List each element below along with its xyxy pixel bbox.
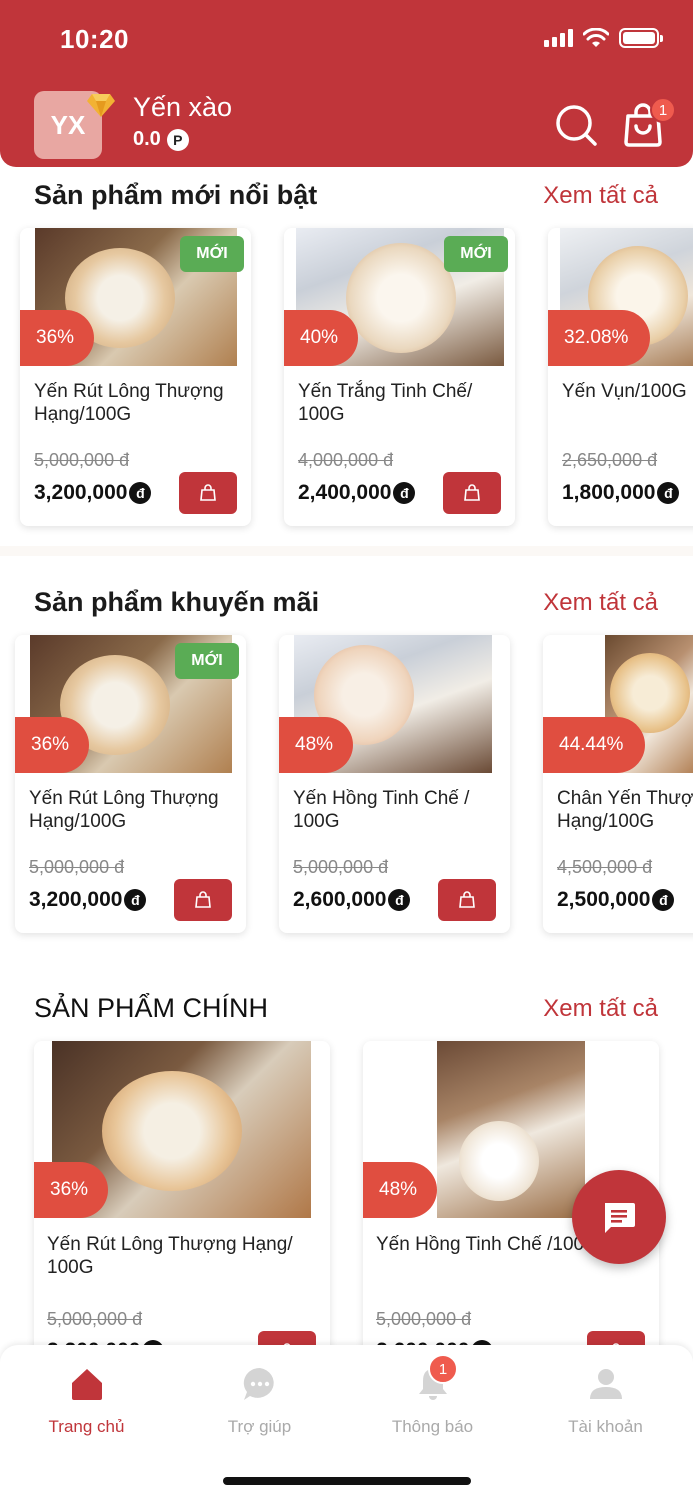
discount-badge: 36%: [15, 717, 89, 773]
home-icon: [71, 1369, 102, 1400]
old-price: 5,000,000 đ: [34, 450, 130, 470]
new-price-value: 3,200,000: [34, 481, 128, 504]
old-price: 5,000,000 đ: [376, 1309, 472, 1329]
old-price: 5,000,000 đ: [29, 857, 125, 877]
section-title-promo: Sản phẩm khuyến mãi: [34, 587, 320, 617]
shopping-bag-icon: [195, 891, 211, 908]
user-points: 0.0 P: [133, 128, 189, 151]
new-price: 2,600,000đ: [293, 888, 411, 912]
add-to-cart-button[interactable]: [179, 472, 237, 514]
discount-badge: 36%: [20, 310, 94, 366]
section-title-featured: Sản phẩm mới nổi bật: [34, 180, 318, 210]
nav-label-home: Trang chủ: [48, 1417, 125, 1436]
new-badge: MỚI: [175, 643, 239, 679]
currency-icon: đ: [652, 889, 675, 911]
chat-fab-button[interactable]: [572, 1170, 666, 1264]
user-icon: [589, 1369, 622, 1399]
battery-icon: [619, 28, 663, 48]
new-price-value: 2,500,000: [557, 888, 651, 911]
old-price: 4,500,000 đ: [557, 857, 653, 877]
app-header: 10:20 YX Yến xào 0.0 P 1: [0, 0, 693, 167]
chat-bubble-icon: [243, 1367, 274, 1400]
new-price-value: 2,400,000: [298, 481, 392, 504]
product-image: [437, 1041, 585, 1218]
product-name: Yến Rút Lông Thượng Hạng/ 100G: [47, 1234, 293, 1278]
currency-icon: đ: [388, 889, 411, 911]
new-price: 2,500,000 đ: [557, 888, 675, 912]
old-price: 4,000,000 đ: [298, 450, 394, 470]
add-to-cart-button[interactable]: [174, 879, 232, 921]
home-indicator: [223, 1477, 471, 1485]
new-price-value: 2,600,000: [293, 888, 387, 911]
shopping-bag-icon: [464, 484, 480, 501]
discount-badge: 36%: [34, 1162, 108, 1218]
product-card[interactable]: MỚI 40% Yến Trắng Tinh Chế/ 100G 4,000,0…: [284, 228, 515, 526]
user-name: Yến xào: [133, 92, 233, 122]
currency-icon: đ: [393, 482, 416, 504]
currency-icon: đ: [129, 482, 152, 504]
new-badge: MỚI: [180, 236, 244, 272]
signal-icon: [544, 29, 573, 47]
new-price: 3,200,000đ: [29, 888, 147, 912]
product-name: Yến Rút Lông Thượng Hạng/100G: [29, 788, 219, 832]
old-price: 5,000,000 đ: [293, 857, 389, 877]
nav-label-help: Trợ giúp: [227, 1417, 292, 1436]
diamond-icon: [87, 94, 115, 117]
points-value: 0.0: [133, 128, 161, 150]
shopping-bag-icon: [200, 484, 216, 501]
product-card[interactable]: 48% Yến Hồng Tinh Chế / 100G 5,000,000 đ…: [279, 635, 510, 933]
status-bar: 10:20: [60, 22, 663, 54]
points-badge: P: [166, 128, 189, 151]
nav-label-account: Tài khoản: [568, 1417, 643, 1436]
currency-icon: đ: [657, 482, 680, 504]
nav-item-home[interactable]: Trang chủ: [0, 1345, 173, 1455]
shopping-bag-icon: [459, 891, 475, 908]
discount-badge: 48%: [363, 1162, 437, 1218]
new-price-value: 3,200,000: [29, 888, 123, 911]
discount-badge: 40%: [284, 310, 358, 366]
product-name: Yến Vụn/100G: [562, 381, 687, 402]
product-name: Yến Trắng Tinh Chế/ 100G: [298, 381, 473, 425]
section-divider: [0, 546, 693, 556]
old-price: 5,000,000 đ: [47, 1309, 143, 1329]
product-card[interactable]: MỚI 36% Yến Rút Lông Thượng Hạng/100G 5,…: [20, 228, 251, 526]
notification-badge: 1: [428, 1354, 458, 1384]
old-price: 2,650,000 đ: [562, 450, 658, 470]
see-all-featured-link[interactable]: Xem tất cả: [543, 182, 658, 210]
product-name: Chân Yến Thượng Hạng/100G: [557, 788, 693, 832]
product-card[interactable]: 36% Yến Rút Lông Thượng Hạng/ 100G 5,000…: [34, 1041, 330, 1371]
discount-badge: 48%: [279, 717, 353, 773]
new-price: 3,200,000đ: [34, 481, 152, 505]
product-name: Yến Hồng Tinh Chế / 100G: [293, 788, 470, 832]
add-to-cart-button[interactable]: [438, 879, 496, 921]
new-price: 2,400,000 đ: [298, 481, 416, 505]
product-card[interactable]: MỚI 36% Yến Rút Lông Thượng Hạng/100G 5,…: [15, 635, 246, 933]
new-price: 1,800,000 đ: [562, 481, 680, 505]
message-icon: [605, 1203, 635, 1233]
see-all-main-link[interactable]: Xem tất cả: [543, 995, 658, 1023]
search-icon[interactable]: [554, 103, 598, 147]
product-card[interactable]: 44.44% Chân Yến Thượng Hạng/100G 4,500,0…: [543, 635, 693, 933]
status-icons: [544, 28, 663, 48]
currency-icon: đ: [124, 889, 147, 911]
discount-badge: 44.44%: [543, 717, 645, 773]
product-card[interactable]: 32.08% Yến Vụn/100G 2,650,000 đ 1,800,00…: [548, 228, 693, 526]
add-to-cart-button[interactable]: [443, 472, 501, 514]
wifi-icon: [583, 28, 609, 47]
nav-item-account[interactable]: Tài khoản: [519, 1345, 692, 1455]
new-badge: MỚI: [444, 236, 508, 272]
nav-label-notifications: Thông báo: [391, 1417, 474, 1436]
status-time: 10:20: [60, 24, 129, 54]
nav-item-help[interactable]: Trợ giúp: [173, 1345, 346, 1455]
product-name: Yến Rút Lông Thượng Hạng/100G: [34, 381, 224, 425]
discount-badge: 32.08%: [548, 310, 650, 366]
cart-count-badge: 1: [650, 97, 676, 123]
section-title-main: SẢN PHẨM CHÍNH: [34, 993, 269, 1023]
new-price-value: 1,800,000: [562, 481, 656, 504]
see-all-promo-link[interactable]: Xem tất cả: [543, 589, 658, 617]
